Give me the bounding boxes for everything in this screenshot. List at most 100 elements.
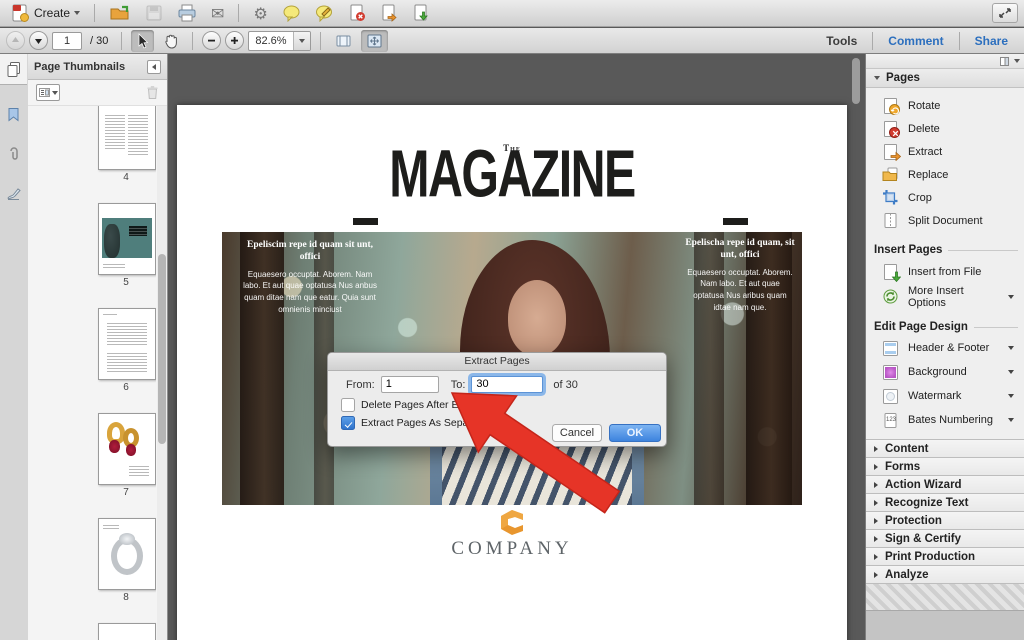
thumbnail-page-6[interactable] bbox=[98, 308, 156, 380]
print-icon bbox=[177, 4, 197, 22]
tool-split-document[interactable]: Split Document bbox=[866, 209, 1024, 232]
print-button[interactable] bbox=[172, 2, 202, 24]
section-action-wizard-label: Action Wizard bbox=[885, 479, 962, 491]
to-page-input[interactable] bbox=[471, 376, 543, 393]
ok-button[interactable]: OK bbox=[609, 424, 661, 442]
dialog-titlebar[interactable]: Extract Pages bbox=[328, 353, 666, 371]
tool-bates-numbering[interactable]: 123 Bates Numbering bbox=[866, 408, 1024, 432]
bookmark-icon bbox=[7, 107, 20, 122]
tool-crop[interactable]: Crop bbox=[866, 186, 1024, 209]
hand-tool-button[interactable] bbox=[158, 30, 183, 52]
delete-page-tool-button[interactable] bbox=[343, 2, 371, 24]
tool-delete[interactable]: Delete bbox=[866, 117, 1024, 140]
tool-background[interactable]: Background bbox=[866, 360, 1024, 384]
thumbnail-page-5[interactable] bbox=[98, 203, 156, 275]
thumbnail-page-7[interactable] bbox=[98, 413, 156, 485]
separate-files-checkbox[interactable] bbox=[341, 416, 355, 430]
trash-icon[interactable] bbox=[146, 85, 159, 100]
tool-header-footer[interactable]: Header & Footer bbox=[866, 336, 1024, 360]
document-view: The MAGAZINE Epeliscim repe id quam sit … bbox=[168, 54, 865, 640]
email-button[interactable]: ✉ bbox=[206, 2, 229, 24]
section-recognize-text[interactable]: Recognize Text bbox=[866, 493, 1024, 511]
thumbnail-options-button[interactable] bbox=[36, 84, 60, 101]
section-analyze-label: Analyze bbox=[885, 569, 928, 581]
save-button[interactable] bbox=[140, 2, 168, 24]
sticky-note-button[interactable] bbox=[277, 2, 306, 24]
tool-rotate[interactable]: Rotate bbox=[866, 94, 1024, 117]
zoom-level-value: 82.6% bbox=[249, 35, 292, 47]
tool-insert-from-file[interactable]: Insert from File bbox=[866, 259, 1024, 284]
create-button[interactable]: Create bbox=[6, 2, 85, 24]
insert-pages-section-title: Insert Pages bbox=[874, 244, 942, 256]
replace-icon bbox=[882, 166, 899, 183]
open-button[interactable] bbox=[104, 2, 136, 24]
insert-page-tool-button[interactable] bbox=[407, 2, 435, 24]
tool-replace[interactable]: Replace bbox=[866, 163, 1024, 186]
document-scrollbar-thumb[interactable] bbox=[852, 58, 860, 104]
document-scrollbar[interactable] bbox=[850, 56, 862, 640]
from-page-input[interactable] bbox=[381, 376, 439, 393]
cancel-button[interactable]: Cancel bbox=[552, 424, 602, 442]
share-panel-toggle[interactable]: Share bbox=[965, 34, 1018, 48]
thumbnail-scrollbar-thumb[interactable] bbox=[158, 254, 166, 444]
section-sign-certify-label: Sign & Certify bbox=[885, 533, 961, 545]
section-print-production[interactable]: Print Production bbox=[866, 547, 1024, 565]
tool-watermark[interactable]: Watermark bbox=[866, 384, 1024, 408]
zoom-dropdown-icon bbox=[293, 32, 310, 50]
previous-page-button[interactable] bbox=[6, 31, 25, 50]
section-forms[interactable]: Forms bbox=[866, 457, 1024, 475]
next-page-button[interactable] bbox=[29, 31, 48, 50]
thumbnail-scrollbar[interactable] bbox=[157, 106, 167, 640]
open-folder-icon bbox=[109, 4, 131, 22]
comment-panel-toggle[interactable]: Comment bbox=[878, 34, 953, 48]
zoom-in-button[interactable] bbox=[225, 31, 244, 50]
arrow-up-icon bbox=[11, 36, 20, 45]
extract-page-tool-button[interactable] bbox=[375, 2, 403, 24]
zoom-out-button[interactable] bbox=[202, 31, 221, 50]
annotate-button[interactable] bbox=[310, 2, 339, 24]
article-right-heading: Epelischa repe id quam, sit unt, offici bbox=[684, 238, 796, 262]
thumbnail-list: 4 5 6 7 bbox=[28, 106, 156, 640]
bookmarks-tab[interactable] bbox=[0, 99, 27, 129]
section-content[interactable]: Content bbox=[866, 439, 1024, 457]
company-logo-text: COMPANY bbox=[177, 538, 847, 560]
panel-options-icon[interactable] bbox=[1000, 57, 1011, 66]
section-action-wizard[interactable]: Action Wizard bbox=[866, 475, 1024, 493]
delete-after-extract-option[interactable]: Delete Pages After Extracting bbox=[341, 398, 498, 412]
tool-more-insert-options[interactable]: More Insert Options bbox=[866, 284, 1024, 309]
tools-panel-toggle[interactable]: Tools bbox=[816, 34, 867, 48]
section-rule bbox=[974, 327, 1018, 328]
tool-extract[interactable]: Extract bbox=[866, 140, 1024, 163]
thumbnail-page-8[interactable] bbox=[98, 518, 156, 590]
delete-after-extract-checkbox[interactable] bbox=[341, 398, 355, 412]
page-range-row: From: To: of 30 bbox=[328, 376, 666, 393]
email-icon: ✉ bbox=[211, 4, 224, 23]
signatures-tab[interactable] bbox=[0, 179, 27, 209]
collapse-panel-button[interactable] bbox=[147, 60, 161, 74]
section-sign-certify[interactable]: Sign & Certify bbox=[866, 529, 1024, 547]
tool-replace-label: Replace bbox=[908, 169, 948, 181]
section-analyze[interactable]: Analyze bbox=[866, 565, 1024, 583]
pages-section-title: Pages bbox=[886, 72, 920, 84]
section-print-production-label: Print Production bbox=[885, 551, 975, 563]
select-tool-button[interactable] bbox=[131, 30, 154, 52]
scrolling-mode-button[interactable] bbox=[330, 30, 357, 52]
page-number-input[interactable]: 1 bbox=[52, 32, 82, 50]
page-thumbnails-tab[interactable] bbox=[0, 54, 27, 85]
settings-button[interactable]: ⚙ bbox=[248, 2, 272, 24]
zoom-level-select[interactable]: 82.6% bbox=[248, 31, 310, 51]
section-protection[interactable]: Protection bbox=[866, 511, 1024, 529]
thumbnail-page-4[interactable] bbox=[98, 106, 156, 170]
pages-section-header[interactable]: Pages bbox=[866, 69, 1024, 88]
fit-page-button[interactable] bbox=[361, 30, 388, 52]
fullscreen-button[interactable] bbox=[992, 3, 1018, 23]
photo-article-right: Epelischa repe id quam, sit unt, offici … bbox=[684, 238, 796, 313]
panel-bottom-filler bbox=[866, 610, 1024, 640]
article-right-body: Equaesero occuptat. Aborem. Nam labo. Et… bbox=[684, 267, 796, 313]
thumbnail-page-9-partial[interactable] bbox=[98, 623, 156, 640]
panel-options-dropdown-icon[interactable] bbox=[1014, 59, 1020, 63]
highlight-comment-icon bbox=[315, 4, 334, 22]
separate-files-option[interactable]: Extract Pages As Separate Files bbox=[341, 416, 512, 430]
attachments-tab[interactable] bbox=[0, 139, 27, 169]
delete-icon bbox=[882, 120, 899, 137]
